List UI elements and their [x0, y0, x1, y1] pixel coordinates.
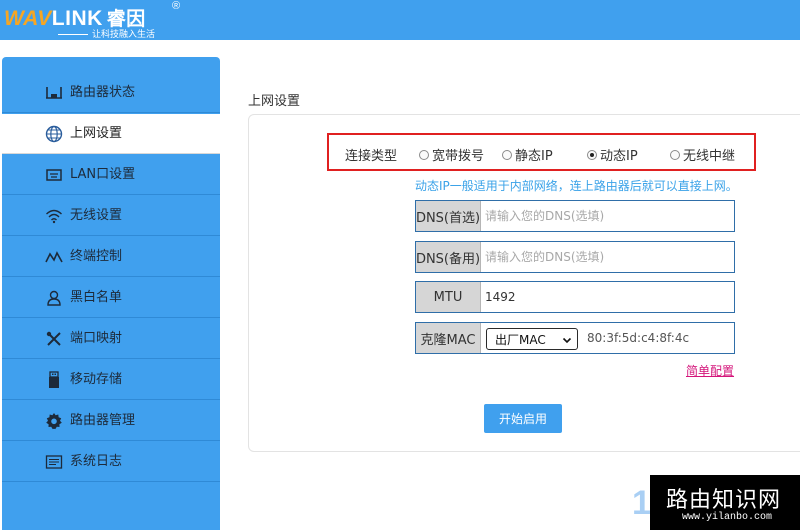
sidebar-item-lan-settings[interactable]: LAN口设置 [2, 155, 220, 195]
radio-indicator-selected [587, 149, 597, 160]
router-admin-page: WAVLINK 睿因 ® 让科技融入生活 路由器状态 上网设置 LAN口设置 无… [0, 0, 800, 530]
dns-secondary-field: DNS(备用) [415, 241, 735, 273]
sidebar: 路由器状态 上网设置 LAN口设置 无线设置 终端控制 黑白名单 端口映射 移动… [2, 57, 220, 530]
dynamic-ip-hint: 动态IP一般适用于内部网络，连上路由器后就可以直接上网。 [415, 179, 738, 193]
sidebar-item-label: 路由器状态 [70, 85, 136, 100]
connection-type-group: 连接类型 宽带拨号 静态IP 动态IP 无线中继 [327, 133, 756, 171]
chevron-down-icon [562, 334, 572, 344]
sidebar-item-label: LAN口设置 [70, 167, 136, 182]
sidebar-item-label: 终端控制 [70, 249, 123, 264]
mac-clone-label: 克隆MAC [416, 323, 481, 353]
sidebar-item-label: 路由器管理 [70, 413, 136, 428]
radio-indicator [419, 149, 429, 160]
dns-primary-input[interactable] [481, 201, 734, 231]
radio-pppoe[interactable]: 宽带拨号 [419, 145, 484, 164]
sidebar-item-port-mapping[interactable]: 端口映射 [2, 319, 220, 359]
lan-port-icon [45, 166, 63, 184]
sidebar-item-label: 系统日志 [70, 454, 123, 469]
sidebar-item-label: 无线设置 [70, 208, 123, 223]
radio-indicator [670, 149, 680, 160]
page-title: 上网设置 [248, 94, 301, 109]
sidebar-item-router-management[interactable]: 路由器管理 [2, 401, 220, 441]
sidebar-item-label: 黑白名单 [70, 290, 123, 305]
watermark-badge: 路由知识网 www.yilanbo.com [650, 475, 800, 530]
sidebar-item-label: 移动存储 [70, 372, 123, 387]
mtu-label: MTU [416, 282, 481, 312]
watermark-digit: 1 [632, 484, 651, 522]
tools-icon [45, 330, 63, 348]
radio-dynamic-ip[interactable]: 动态IP [587, 145, 638, 164]
sidebar-item-terminal-control[interactable]: 终端控制 [2, 237, 220, 277]
logo-slogan: 让科技融入生活 [58, 27, 155, 40]
usb-storage-icon [45, 371, 63, 389]
radio-static-ip[interactable]: 静态IP [502, 145, 553, 164]
gear-icon [45, 412, 63, 430]
mac-address-value: 80:3f:5d:c4:8f:4c [587, 331, 690, 345]
sidebar-item-router-status[interactable]: 路由器状态 [2, 73, 220, 113]
simple-config-link[interactable]: 简单配置 [686, 362, 734, 379]
terminal-control-icon [45, 248, 63, 266]
router-status-icon [45, 84, 63, 102]
top-header: WAVLINK 睿因 ® 让科技融入生活 [0, 0, 800, 40]
watermark-title: 路由知识网 [666, 488, 782, 513]
user-list-icon [45, 289, 63, 307]
sidebar-item-blacklist-whitelist[interactable]: 黑白名单 [2, 278, 220, 318]
wifi-icon [45, 207, 63, 225]
mac-source-select[interactable]: 出厂MAC [486, 328, 578, 350]
sidebar-item-wireless-settings[interactable]: 无线设置 [2, 196, 220, 236]
dns-secondary-input[interactable] [481, 242, 734, 272]
sidebar-item-internet-settings[interactable]: 上网设置 [2, 114, 220, 154]
slogan-line [58, 34, 88, 35]
mtu-field: MTU [415, 281, 735, 313]
mtu-input[interactable] [481, 282, 734, 312]
log-icon [45, 453, 63, 471]
radio-wireless-repeater[interactable]: 无线中继 [670, 145, 735, 164]
watermark-url: www.yilanbo.com [682, 512, 773, 523]
start-button[interactable]: 开始启用 [484, 404, 562, 433]
registered-mark: ® [172, 0, 181, 12]
mac-clone-field: 克隆MAC 出厂MAC 80:3f:5d:c4:8f:4c [415, 322, 735, 354]
sidebar-item-system-log[interactable]: 系统日志 [2, 442, 220, 482]
sidebar-item-label: 上网设置 [70, 126, 123, 141]
dns-secondary-label: DNS(备用) [416, 242, 481, 272]
sidebar-item-label: 端口映射 [70, 331, 123, 346]
sidebar-item-mobile-storage[interactable]: 移动存储 [2, 360, 220, 400]
radio-indicator [502, 149, 512, 160]
connection-type-label: 连接类型 [345, 149, 398, 164]
globe-icon [45, 125, 63, 143]
dns-primary-label: DNS(首选) [416, 201, 481, 231]
dns-primary-field: DNS(首选) [415, 200, 735, 232]
